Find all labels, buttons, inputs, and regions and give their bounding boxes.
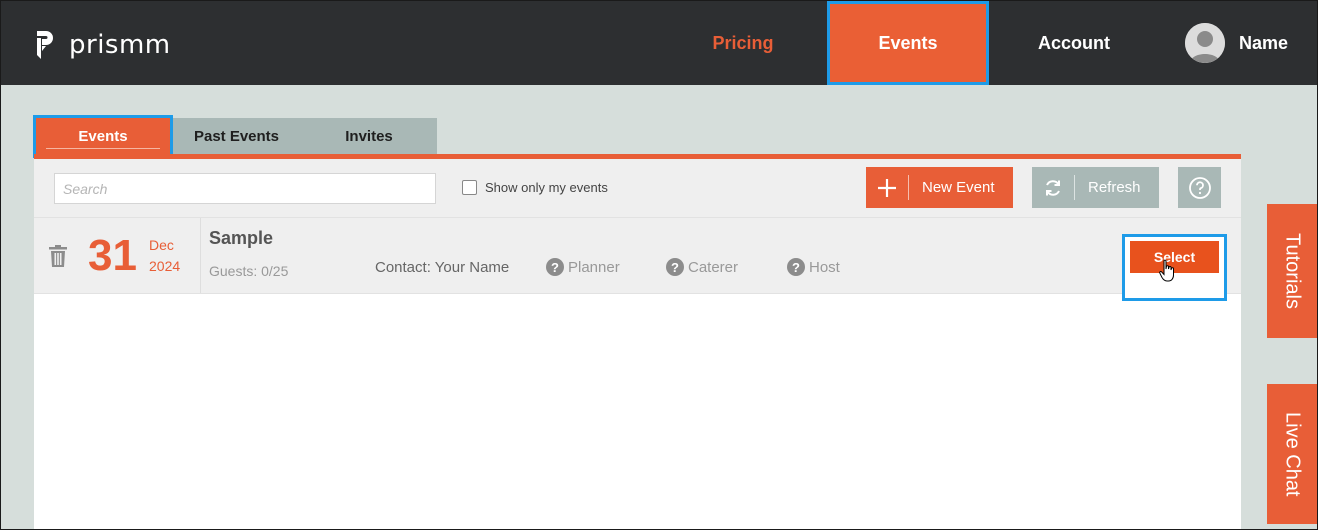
live-chat-tab[interactable]: Live Chat <box>1267 384 1317 524</box>
new-event-button[interactable]: New Event <box>866 167 1013 208</box>
select-highlight: Select <box>1122 234 1227 301</box>
show-mine-label: Show only my events <box>485 180 608 195</box>
tutorials-label: Tutorials <box>1281 233 1304 309</box>
brand-name: prismm <box>69 30 171 60</box>
events-panel: Show only my events New Event <box>34 159 1241 529</box>
app-window: prismm Pricing Events Account Name Past … <box>0 0 1318 530</box>
event-month: Dec <box>149 237 174 253</box>
plus-icon <box>866 167 908 208</box>
tab-past-events[interactable]: Past Events <box>174 118 299 154</box>
question-icon: ? <box>546 258 564 276</box>
search-input[interactable] <box>54 173 436 204</box>
role-caterer[interactable]: ? Caterer <box>666 258 738 276</box>
brand-logo[interactable]: prismm <box>35 29 171 61</box>
event-name[interactable]: Sample <box>209 228 273 249</box>
prismm-logo-icon <box>37 31 53 59</box>
role-planner[interactable]: ? Planner <box>546 258 620 276</box>
events-toolbar: Show only my events New Event <box>34 159 1241 217</box>
help-button[interactable] <box>1178 167 1221 208</box>
refresh-label: Refresh <box>1088 179 1141 196</box>
event-row: 31 Dec 2024 Sample Guests: 0/25 Contact:… <box>34 217 1241 301</box>
question-icon: ? <box>666 258 684 276</box>
event-guests: Guests: 0/25 <box>209 263 289 279</box>
show-mine-checkbox[interactable] <box>462 180 477 195</box>
event-day: 31 <box>88 231 137 280</box>
event-contact: Contact: Your Name <box>375 259 510 276</box>
role-caterer-label: Caterer <box>688 258 739 276</box>
nav-account[interactable]: Account <box>1011 1 1137 85</box>
hand-cursor-icon <box>1159 259 1174 282</box>
refresh-button[interactable]: Refresh <box>1032 167 1159 208</box>
role-host[interactable]: ? Host <box>787 258 840 276</box>
tab-events[interactable]: Events <box>33 115 173 158</box>
row-divider <box>200 218 201 293</box>
tab-active-underline <box>46 148 160 149</box>
tab-invites[interactable]: Invites <box>304 118 434 154</box>
events-tab-bar: Past Events Invites Events <box>33 115 437 158</box>
question-icon: ? <box>787 258 805 276</box>
role-planner-label: Planner <box>568 258 620 276</box>
nav-pricing[interactable]: Pricing <box>691 1 795 85</box>
refresh-icon <box>1032 167 1074 208</box>
event-year: 2024 <box>149 258 181 274</box>
tutorials-tab[interactable]: Tutorials <box>1267 204 1317 338</box>
tab-events-label: Events <box>78 128 128 145</box>
user-menu[interactable]: Name <box>1185 23 1288 63</box>
user-name: Name <box>1239 32 1289 53</box>
top-navbar: prismm Pricing Events Account Name <box>1 1 1317 85</box>
show-mine-toggle[interactable]: Show only my events <box>462 180 608 195</box>
avatar <box>1185 23 1225 63</box>
trash-icon[interactable] <box>49 245 67 267</box>
help-icon <box>1188 176 1211 199</box>
live-chat-label: Live Chat <box>1281 411 1304 497</box>
new-event-label: New Event <box>922 179 995 196</box>
role-host-label: Host <box>809 258 840 276</box>
nav-events[interactable]: Events <box>827 1 989 85</box>
user-silhouette-icon <box>1185 23 1225 63</box>
